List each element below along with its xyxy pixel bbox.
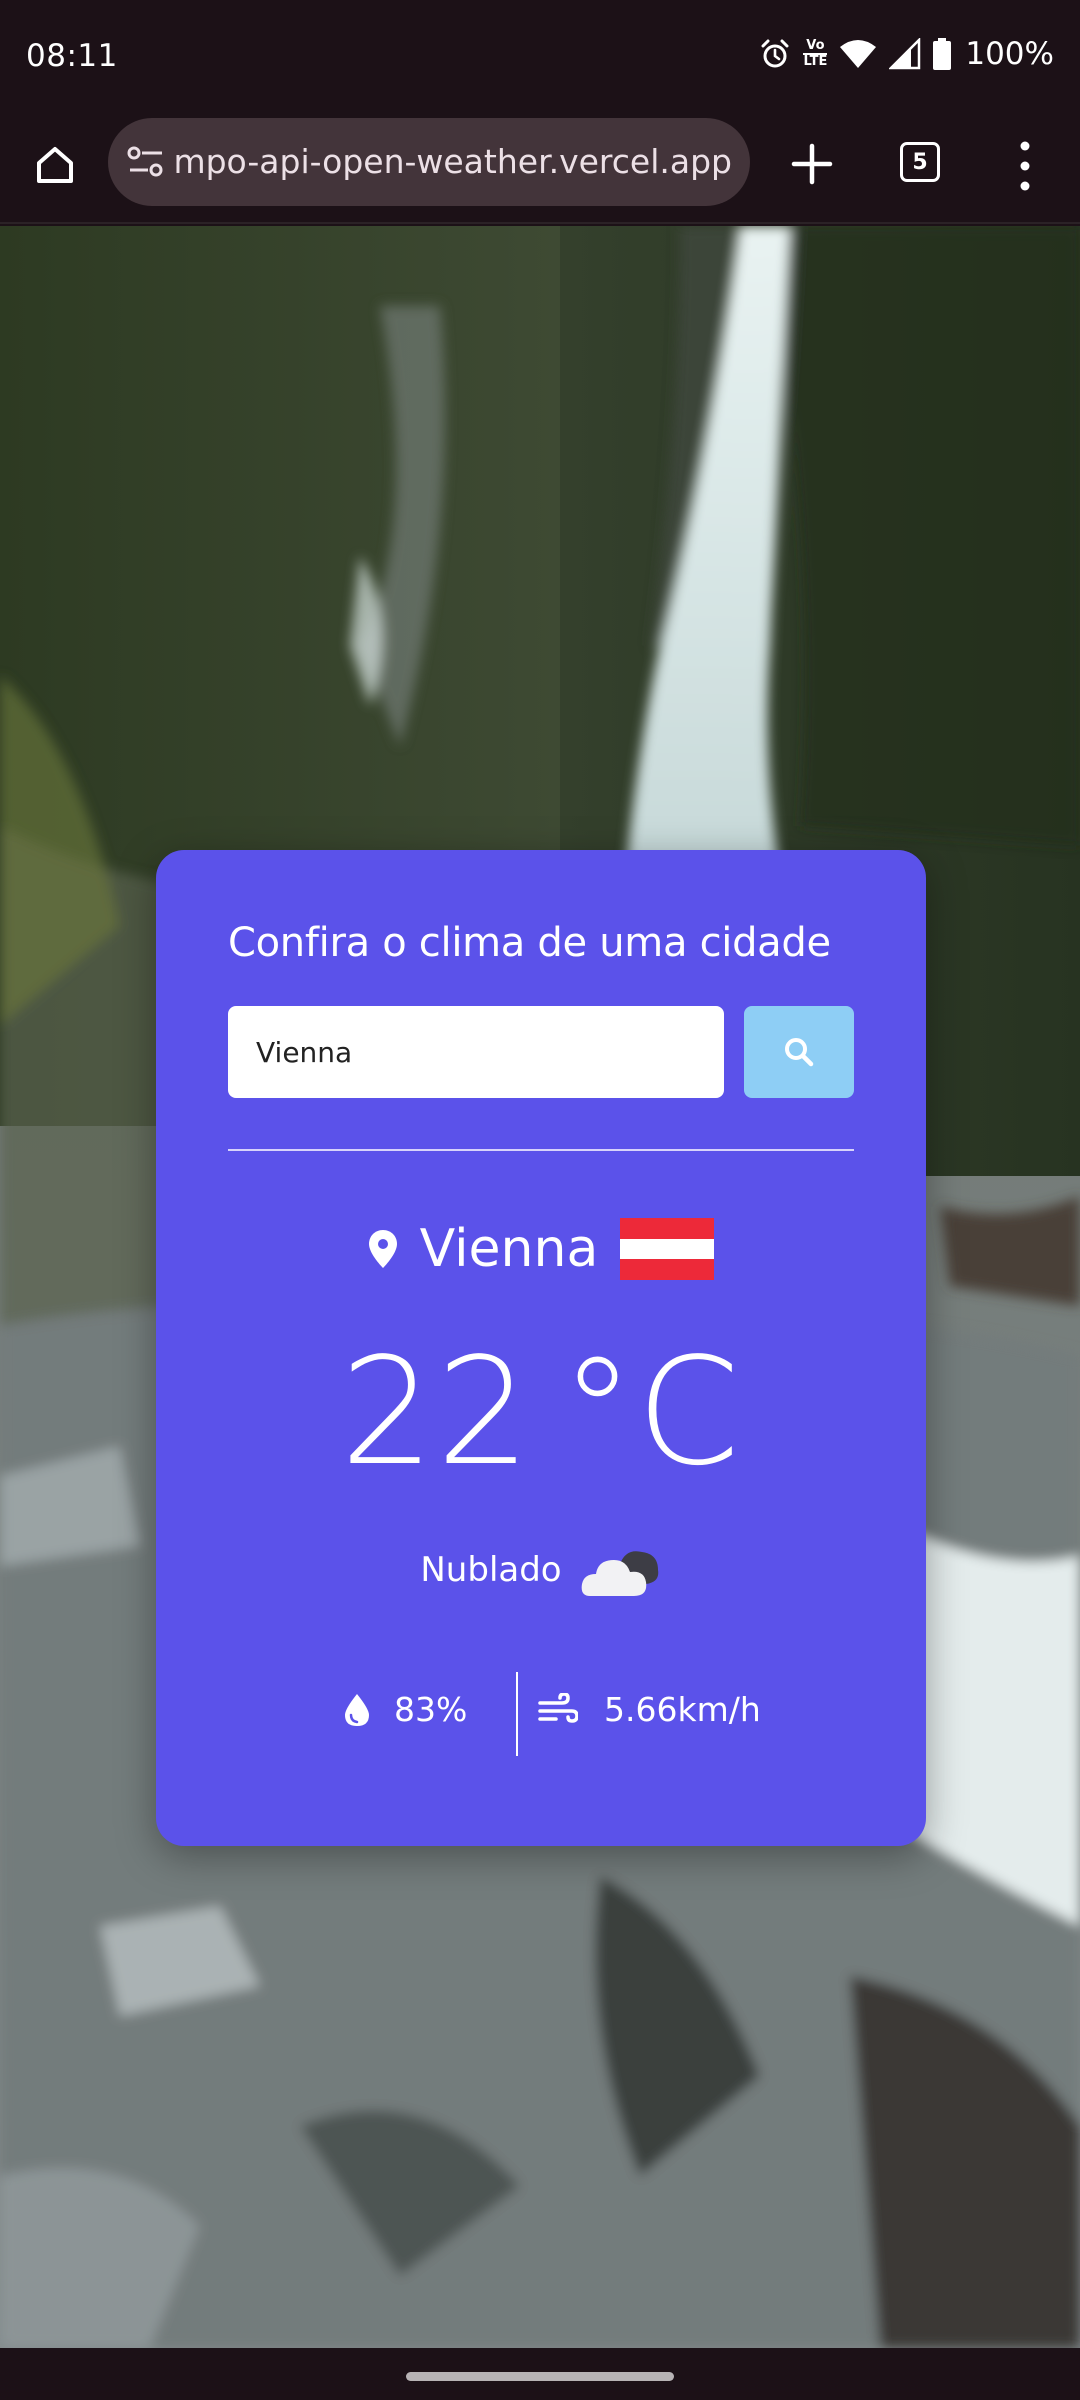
- city-name: Vienna: [419, 1219, 599, 1279]
- address-bar[interactable]: mpo-api-open-weather.vercel.app: [108, 118, 750, 206]
- humidity-icon: [345, 1693, 369, 1726]
- flag-stripe-middle: [620, 1238, 715, 1260]
- weather-details: 83% 5.66km/h: [156, 1672, 926, 1758]
- battery-icon: [933, 38, 952, 70]
- weather-description-row: Nublado: [156, 1542, 926, 1598]
- alarm-icon: [761, 39, 789, 68]
- wind-value: 5.66km/h: [604, 1690, 761, 1729]
- divider: [228, 1149, 854, 1151]
- plus-icon[interactable]: [782, 134, 842, 194]
- site-info-icon[interactable]: [126, 144, 166, 180]
- battery-percent: 100%: [965, 36, 1054, 72]
- flag-stripe-bottom: [620, 1259, 715, 1281]
- humidity-value: 83%: [394, 1690, 468, 1729]
- humidity: 83%: [344, 1690, 467, 1729]
- city-search-input[interactable]: [228, 1006, 724, 1098]
- volte-line2: LTE: [803, 53, 828, 69]
- location-pin-icon: [368, 1230, 397, 1268]
- wind-icon: [538, 1692, 578, 1723]
- browser-toolbar: mpo-api-open-weather.vercel.app 5: [0, 112, 1080, 224]
- tab-count: 5: [912, 149, 928, 175]
- signal-icon: [889, 38, 921, 70]
- wifi-icon: [840, 40, 877, 68]
- search-button[interactable]: [744, 1006, 854, 1098]
- temperature-value: 22: [340, 1326, 533, 1498]
- flag-stripe-top: [620, 1218, 715, 1239]
- volte-line1: Vo: [806, 38, 825, 53]
- tabs-button[interactable]: 5: [900, 142, 940, 182]
- home-button[interactable]: [26, 136, 84, 194]
- temperature: 22 °C: [156, 1338, 926, 1486]
- gesture-handle[interactable]: [406, 2372, 674, 2381]
- home-icon: [37, 147, 73, 183]
- navigation-bar: [0, 2348, 1080, 2400]
- status-bar: 08:11 Vo LTE 100%: [0, 0, 1080, 112]
- more-vert-icon[interactable]: [1010, 138, 1040, 194]
- temperature-unit: °C: [560, 1326, 742, 1498]
- status-icons: Vo LTE 100%: [759, 36, 1054, 72]
- card-title: Confira o clima de uma cidade: [228, 920, 831, 966]
- austria-flag: [620, 1218, 715, 1281]
- status-time: 08:11: [26, 38, 118, 74]
- cloud-icon: [581, 1551, 658, 1596]
- search-icon: [785, 1038, 814, 1067]
- details-separator: [516, 1672, 518, 1756]
- weather-description: Nublado: [420, 1550, 562, 1590]
- city-row: Vienna: [156, 1218, 926, 1281]
- url-text: mpo-api-open-weather.vercel.app: [173, 142, 732, 181]
- wind: 5.66km/h: [538, 1690, 761, 1729]
- volte-icon: Vo LTE: [803, 38, 828, 69]
- weather-card: Confira o clima de uma cidade Vienna 22 …: [156, 850, 926, 1846]
